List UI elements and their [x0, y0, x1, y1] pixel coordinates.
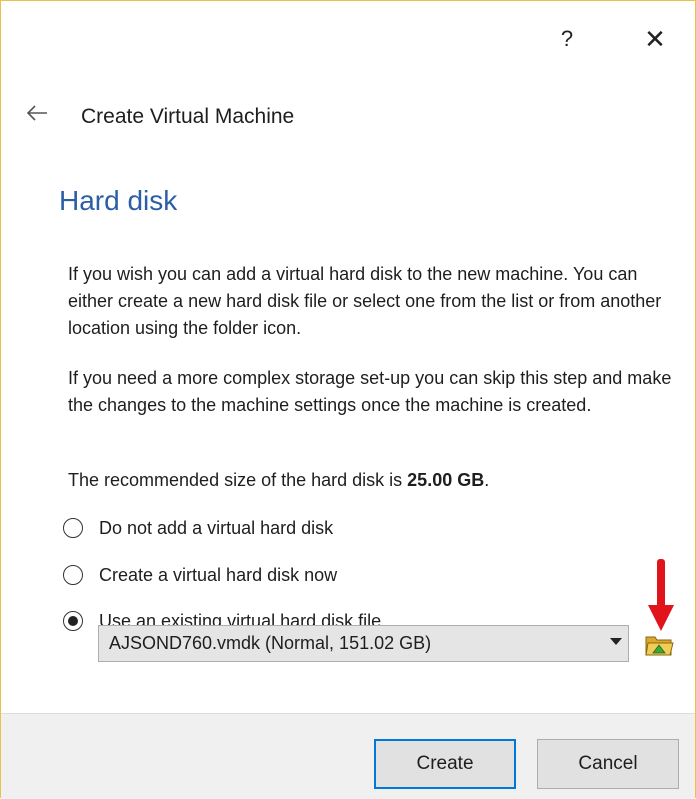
chevron-down-icon[interactable]	[610, 638, 622, 645]
dialog-window: ? ✕ Create Virtual Machine Hard disk If …	[0, 0, 696, 799]
recommended-suffix: .	[484, 470, 490, 490]
close-icon: ✕	[644, 23, 666, 54]
cancel-button[interactable]: Cancel	[537, 739, 679, 789]
radio-circle[interactable]	[63, 565, 83, 585]
radio-selected-dot	[68, 616, 78, 626]
wizard-title: Create Virtual Machine	[81, 105, 295, 128]
red-arrow-annotation-icon	[648, 559, 674, 631]
close-button[interactable]: ✕	[637, 19, 673, 59]
back-button[interactable]	[23, 99, 51, 127]
existing-disk-select[interactable]: AJSOND760.vmdk (Normal, 151.02 GB)	[98, 625, 629, 662]
folder-open-icon	[645, 636, 674, 656]
description-paragraph-1: If you wish you can add a virtual hard d…	[68, 264, 662, 338]
help-button[interactable]: ?	[549, 19, 585, 59]
radio-label: Do not add a virtual hard disk	[99, 517, 334, 538]
radio-no-disk[interactable]: Do not add a virtual hard disk	[59, 513, 333, 543]
radio-circle[interactable]	[63, 518, 83, 538]
page-heading: Hard disk	[59, 185, 178, 216]
help-icon: ?	[560, 26, 574, 51]
choose-disk-file-button[interactable]	[641, 629, 677, 661]
description-paragraph-2: If you need a more complex storage set-u…	[68, 368, 672, 415]
recommended-prefix: The recommended size of the hard disk is	[68, 470, 408, 490]
recommended-size-value: 25.00 GB	[407, 470, 485, 490]
arrow-left-icon	[26, 105, 47, 121]
recommended-size-text: The recommended size of the hard disk is…	[68, 467, 686, 494]
radio-label: Create a virtual hard disk now	[99, 564, 338, 585]
existing-disk-value: AJSOND760.vmdk (Normal, 151.02 GB)	[109, 633, 432, 653]
radio-circle-selected[interactable]	[63, 611, 83, 631]
radio-create-disk[interactable]: Create a virtual hard disk now	[59, 560, 337, 590]
create-button[interactable]: Create	[374, 739, 516, 789]
